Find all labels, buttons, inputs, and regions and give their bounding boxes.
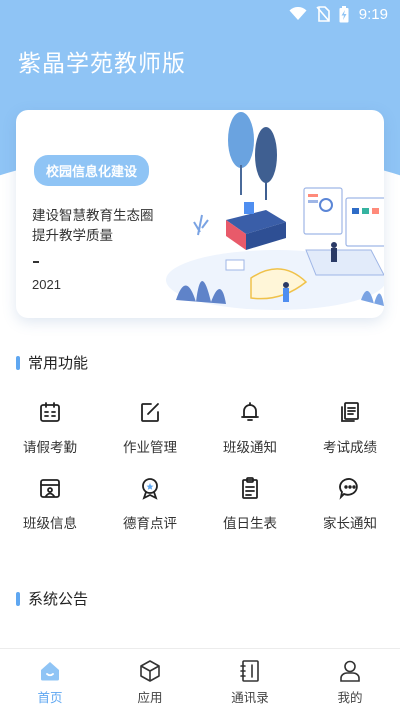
- tab-label: 首页: [37, 690, 63, 705]
- function-class-notice[interactable]: 班级通知: [200, 398, 300, 474]
- user-icon: [337, 658, 363, 684]
- home-icon: [37, 658, 63, 684]
- banner-line-2: 提升教学质量: [32, 228, 113, 244]
- tab-label: 通讯录: [231, 690, 269, 705]
- status-bar: 9:19: [0, 0, 400, 28]
- tab-label: 应用: [137, 690, 163, 705]
- function-label: 作业管理: [123, 440, 177, 456]
- banner-illustration: [166, 112, 384, 310]
- function-grid: 请假考勤 作业管理 班级通知 考试成绩 班级信息 德育点评 值日生表 家长通知: [0, 398, 400, 550]
- section-label: 常用功能: [28, 354, 89, 372]
- contacts-book-icon: [237, 658, 263, 684]
- function-parent-notice[interactable]: 家长通知: [300, 474, 400, 550]
- function-label: 家长通知: [323, 516, 377, 532]
- banner-year: 2021: [32, 277, 61, 292]
- function-duty-roster[interactable]: 值日生表: [200, 474, 300, 550]
- bell-icon: [236, 398, 264, 426]
- banner-card[interactable]: 校园信息化建设 建设智慧教育生态圈 提升教学质量 2021: [16, 110, 384, 318]
- wifi-icon: [289, 7, 307, 20]
- bottom-tab-bar: 首页 应用 通讯录 我的: [0, 648, 400, 711]
- app-title: 紫晶学苑教师版: [18, 51, 186, 77]
- calendar-icon: [36, 398, 64, 426]
- clipboard-icon: [236, 474, 264, 502]
- tab-apps[interactable]: 应用: [100, 649, 200, 711]
- class-info-icon: [36, 474, 64, 502]
- tab-label: 我的: [337, 690, 363, 705]
- function-label: 班级通知: [223, 440, 277, 456]
- cube-icon: [137, 658, 163, 684]
- function-label: 请假考勤: [23, 440, 77, 456]
- function-label: 考试成绩: [323, 440, 377, 456]
- medal-icon: [136, 474, 164, 502]
- banner-tag: 校园信息化建设: [34, 155, 150, 186]
- tab-contacts[interactable]: 通讯录: [200, 649, 300, 711]
- function-exam-scores[interactable]: 考试成绩: [300, 398, 400, 474]
- documents-icon: [336, 398, 364, 426]
- function-label: 德育点评: [123, 516, 177, 532]
- banner-line-1: 建设智慧教育生态圈: [32, 208, 154, 224]
- function-label: 班级信息: [23, 516, 77, 532]
- function-label: 值日生表: [223, 516, 277, 532]
- function-homework[interactable]: 作业管理: [100, 398, 200, 474]
- tab-home[interactable]: 首页: [0, 649, 100, 711]
- function-leave-attendance[interactable]: 请假考勤: [0, 398, 100, 474]
- function-moral-review[interactable]: 德育点评: [100, 474, 200, 550]
- no-sim-icon: [316, 6, 330, 22]
- section-title-notice: 系统公告: [16, 588, 88, 609]
- battery-charging-icon: [339, 5, 349, 22]
- function-class-info[interactable]: 班级信息: [0, 474, 100, 550]
- tab-mine[interactable]: 我的: [300, 649, 400, 711]
- section-marker: [16, 355, 20, 370]
- edit-note-icon: [136, 398, 164, 426]
- clock: 9:19: [358, 5, 388, 23]
- section-label: 系统公告: [28, 590, 89, 608]
- section-marker: [16, 591, 20, 606]
- chat-bubble-icon: [336, 474, 364, 502]
- banner-dash: [33, 261, 39, 263]
- section-title-common: 常用功能: [16, 352, 88, 373]
